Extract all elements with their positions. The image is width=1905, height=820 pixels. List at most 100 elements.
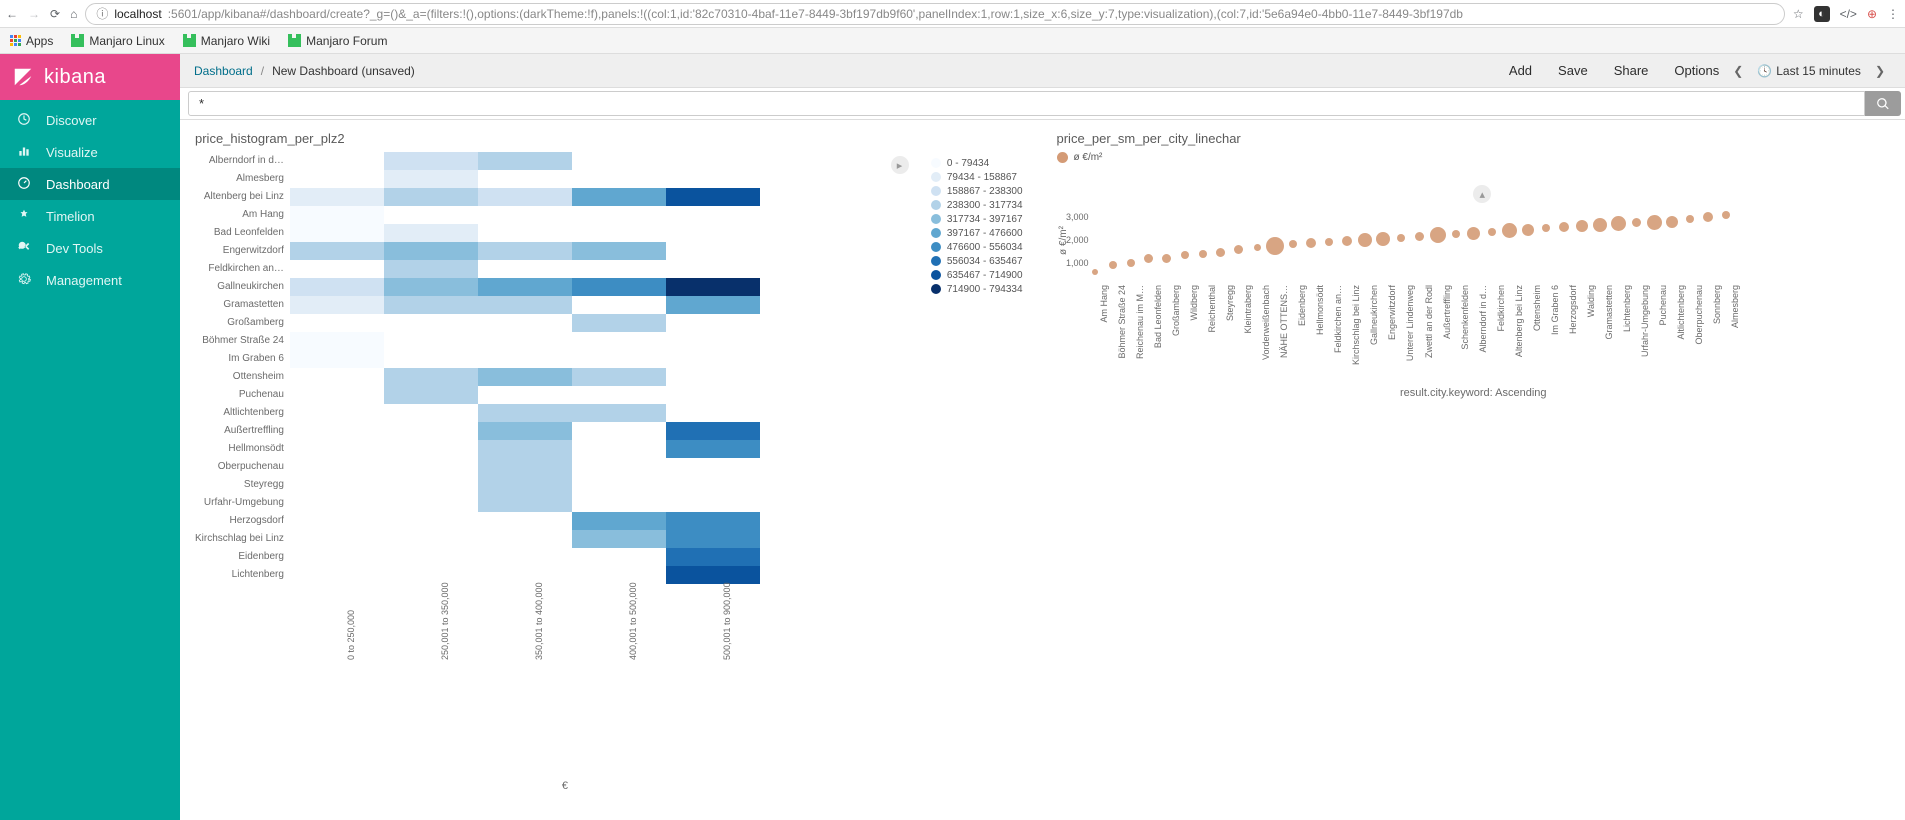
nav-home-icon[interactable]: ⌂ [70,7,77,21]
legend-item[interactable]: 397167 - 476600 [931,226,1023,240]
bubble-point[interactable] [1611,216,1626,231]
heatmap-cell[interactable] [384,350,478,368]
bubble-point[interactable] [1488,228,1496,236]
heatmap-cell[interactable] [384,404,478,422]
heatmap-cell[interactable] [572,548,666,566]
heatmap-cell[interactable] [666,512,760,530]
heatmap-cell[interactable] [478,476,572,494]
time-picker[interactable]: 🕓 Last 15 minutes [1757,64,1861,78]
brand-logo[interactable]: kibana [0,54,180,100]
heatmap-cell[interactable] [666,332,760,350]
heatmap-cell[interactable] [572,512,666,530]
bookmark-manjaro-forum[interactable]: Manjaro Forum [288,34,387,48]
heatmap-cell[interactable] [290,152,384,170]
heatmap-cell[interactable] [290,530,384,548]
heatmap-cell[interactable] [572,440,666,458]
legend-collapse-icon[interactable]: ▸ [891,156,909,174]
heatmap-cell[interactable] [478,512,572,530]
heatmap-cell[interactable] [666,458,760,476]
legend-item[interactable]: 476600 - 556034 [931,240,1023,254]
bubble-point[interactable] [1430,227,1446,243]
bubble-point[interactable] [1647,215,1662,230]
bubble-point[interactable] [1289,240,1297,248]
heatmap-cell[interactable] [572,404,666,422]
heatmap-cell[interactable] [290,494,384,512]
star-icon[interactable]: ☆ [1793,7,1804,21]
heatmap-cell[interactable] [666,422,760,440]
legend-item[interactable]: 158867 - 238300 [931,184,1023,198]
bubble-point[interactable] [1576,220,1588,232]
heatmap-cell[interactable] [666,170,760,188]
heatmap-cell[interactable] [666,386,760,404]
bubble-point[interactable] [1502,223,1517,238]
heatmap-cell[interactable] [290,440,384,458]
heatmap-cell[interactable] [384,206,478,224]
bookmark-manjaro-wiki[interactable]: Manjaro Wiki [183,34,270,48]
heatmap-cell[interactable] [666,368,760,386]
legend-item[interactable]: 0 - 79434 [931,156,1023,170]
heatmap-cell[interactable] [478,494,572,512]
heatmap-cell[interactable] [572,476,666,494]
devtools-icon[interactable]: </> [1840,7,1857,21]
heatmap-cell[interactable] [666,260,760,278]
bubble-point[interactable] [1358,233,1372,247]
bubble-point[interactable] [1632,218,1641,227]
heatmap-cell[interactable] [572,422,666,440]
heatmap-cell[interactable] [572,368,666,386]
heatmap-cell[interactable] [572,224,666,242]
heatmap-cell[interactable] [290,206,384,224]
heatmap-cell[interactable] [290,296,384,314]
nav-reload-icon[interactable]: ⟳ [50,7,60,21]
heatmap-cell[interactable] [666,548,760,566]
heatmap-cell[interactable] [572,152,666,170]
heatmap-cell[interactable] [290,368,384,386]
heatmap-cell[interactable] [572,332,666,350]
heatmap-cell[interactable] [384,548,478,566]
heatmap-cell[interactable] [666,206,760,224]
heatmap-cell[interactable] [478,242,572,260]
heatmap-cell[interactable] [384,278,478,296]
time-prev-icon[interactable]: ❮ [1727,64,1749,78]
action-share[interactable]: Share [1614,63,1649,78]
bubble-point[interactable] [1415,232,1424,241]
sidebar-item-discover[interactable]: Discover [0,104,180,136]
legend-item[interactable]: 79434 - 158867 [931,170,1023,184]
heatmap-cell[interactable] [384,296,478,314]
sidebar-item-timelion[interactable]: Timelion [0,200,180,232]
heatmap-cell[interactable] [572,242,666,260]
heatmap-cell[interactable] [572,386,666,404]
bubble-point[interactable] [1542,224,1550,232]
heatmap-cell[interactable] [666,404,760,422]
heatmap-cell[interactable] [666,188,760,206]
heatmap-cell[interactable] [290,386,384,404]
heatmap-cell[interactable] [384,314,478,332]
heatmap-cell[interactable] [478,458,572,476]
bubble-point[interactable] [1144,254,1153,263]
heatmap-cell[interactable] [666,566,760,584]
legend-item[interactable]: 238300 - 317734 [931,198,1023,212]
heatmap-cell[interactable] [384,368,478,386]
heatmap-cell[interactable] [384,260,478,278]
heatmap-cell[interactable] [666,314,760,332]
heatmap-cell[interactable] [572,314,666,332]
sidebar-item-dashboard[interactable]: Dashboard [0,168,180,200]
heatmap-cell[interactable] [666,440,760,458]
heatmap-cell[interactable] [666,296,760,314]
heatmap-cell[interactable] [290,260,384,278]
heatmap-cell[interactable] [290,512,384,530]
heatmap-cell[interactable] [290,458,384,476]
heatmap-cell[interactable] [290,548,384,566]
heatmap-cell[interactable] [290,566,384,584]
bubble-point[interactable] [1722,211,1730,219]
heatmap-cell[interactable] [572,566,666,584]
heatmap-cell[interactable] [290,278,384,296]
heatmap-cell[interactable] [478,368,572,386]
query-submit-button[interactable] [1865,91,1901,116]
heatmap-cell[interactable] [384,476,478,494]
heatmap-cell[interactable] [290,350,384,368]
heatmap-cell[interactable] [384,494,478,512]
heatmap-cell[interactable] [290,242,384,260]
heatmap-cell[interactable] [384,170,478,188]
legend-item[interactable]: 714900 - 794334 [931,282,1023,296]
heatmap-cell[interactable] [290,332,384,350]
